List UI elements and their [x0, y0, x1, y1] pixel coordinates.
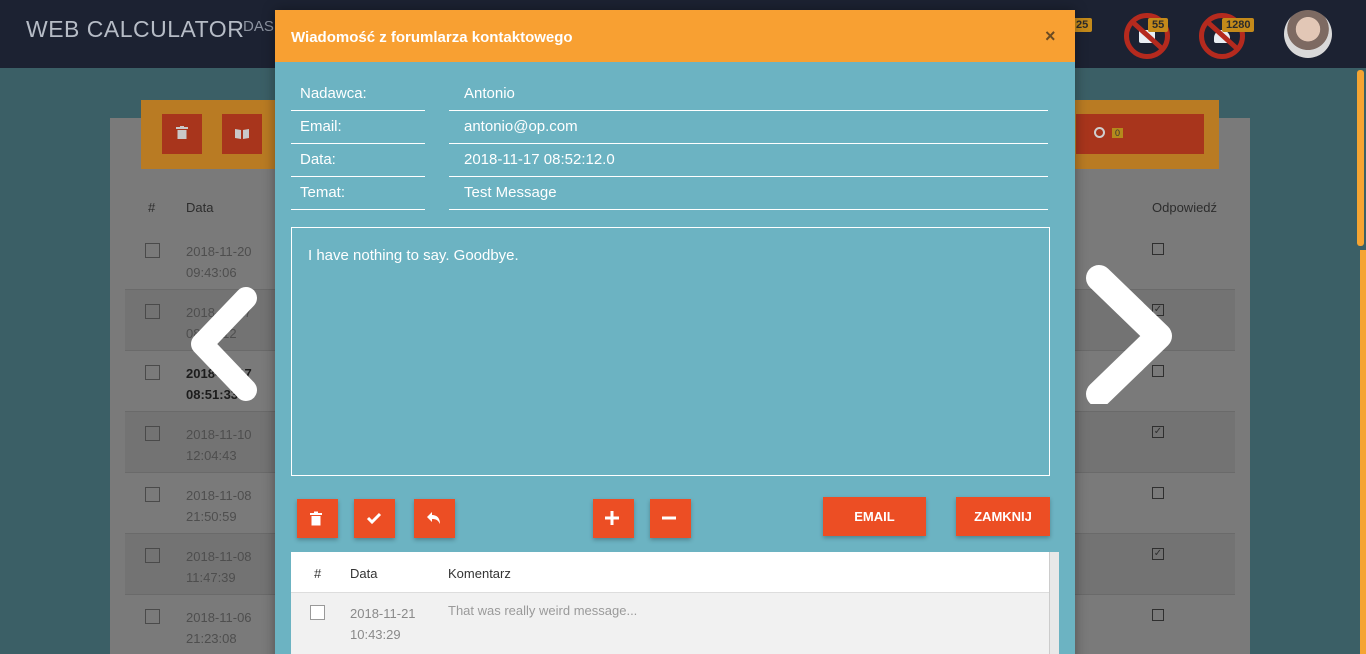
comments-scrollbar[interactable]	[1049, 552, 1059, 654]
add-comment-button[interactable]	[593, 499, 634, 538]
chevron-left-icon[interactable]	[188, 284, 268, 404]
message-modal: Wiadomość z forumlarza kontaktowego × Na…	[275, 10, 1075, 654]
row-date: 2018-11-06 21:23:08	[186, 610, 252, 646]
date-value: 2018-11-17 08:52:12.0	[449, 143, 1048, 177]
row-checkbox[interactable]	[145, 548, 160, 563]
row-date: 2018-11-08 21:50:59	[186, 488, 252, 524]
search-count-badge: 0	[1112, 128, 1124, 138]
close-button[interactable]: ZAMKNIJ	[956, 497, 1050, 536]
delete-messages-button[interactable]	[162, 114, 202, 154]
sender-label: Nadawca:	[291, 77, 425, 111]
nav-dashboard-link[interactable]: DAS	[243, 18, 274, 35]
notification-badge: 25	[1072, 18, 1093, 32]
mark-answered-button[interactable]	[354, 499, 395, 538]
trash-icon	[310, 511, 322, 526]
message-body: I have nothing to say. Goodbye.	[291, 227, 1050, 476]
sender-value: Antonio	[449, 77, 1048, 111]
reply-icon	[427, 512, 440, 524]
answered-checkbox[interactable]: ✓	[1152, 426, 1164, 438]
alerts-badge: 1280	[1222, 18, 1255, 32]
page-scrollbar-thumb[interactable]	[1357, 70, 1364, 246]
modal-title: Wiadomość z forumlarza kontaktowego	[291, 29, 573, 46]
answered-checkbox[interactable]	[1152, 487, 1164, 499]
table-row[interactable]: 2018-11-21 10:43:29 That was really weir…	[291, 593, 1049, 654]
email-label: Email:	[291, 110, 425, 144]
row-checkbox[interactable]	[145, 426, 160, 441]
comment-text: That was really weird message...	[448, 603, 638, 618]
reply-button[interactable]	[414, 499, 455, 538]
answered-checkbox[interactable]	[1152, 609, 1164, 621]
subject-value: Test Message	[449, 176, 1048, 210]
search-button[interactable]: 0	[1076, 114, 1204, 154]
answered-checkbox[interactable]: ✓	[1152, 548, 1164, 560]
row-checkbox[interactable]	[145, 609, 160, 624]
column-header-date[interactable]: Data	[186, 200, 213, 215]
user-avatar[interactable]	[1284, 10, 1332, 58]
delete-button[interactable]	[297, 499, 338, 538]
minus-icon	[662, 516, 676, 520]
mark-read-button[interactable]	[222, 114, 262, 154]
trash-icon	[176, 126, 188, 139]
row-checkbox[interactable]	[145, 487, 160, 502]
close-icon[interactable]: ×	[1045, 26, 1056, 47]
remove-comment-button[interactable]	[650, 499, 691, 538]
column-header-answer[interactable]: Odpowiedź	[1152, 200, 1217, 215]
row-checkbox[interactable]	[145, 243, 160, 258]
email-button[interactable]: EMAIL	[823, 497, 926, 536]
comments-table: # Data Komentarz 2018-11-21 10:43:29 Tha…	[291, 552, 1059, 654]
row-checkbox[interactable]	[145, 365, 160, 380]
row-date: 2018-11-10 12:04:43	[186, 427, 252, 463]
comment-date: 2018-11-21 10:43:29	[350, 606, 416, 642]
comments-header-comment: Komentarz	[448, 566, 511, 581]
subject-label: Temat:	[291, 176, 425, 210]
date-label: Data:	[291, 143, 425, 177]
plus-icon	[605, 511, 619, 525]
modal-header: Wiadomość z forumlarza kontaktowego ×	[275, 10, 1075, 62]
chevron-right-icon[interactable]	[1075, 264, 1175, 404]
page-scrollbar-track	[1360, 250, 1366, 654]
answered-checkbox[interactable]	[1152, 243, 1164, 255]
check-icon	[366, 512, 382, 525]
search-icon	[1094, 127, 1105, 138]
row-checkbox[interactable]	[145, 304, 160, 319]
column-header-hash: #	[148, 200, 156, 215]
comments-header-hash: #	[314, 566, 322, 581]
row-date: 2018-11-08 11:47:39	[186, 549, 252, 585]
row-checkbox[interactable]	[310, 605, 325, 620]
row-date: 2018-11-20 09:43:06	[186, 244, 252, 280]
book-icon	[235, 129, 249, 139]
app-title[interactable]: WEB CALCULATOR	[26, 16, 244, 43]
messages-badge: 55	[1148, 18, 1169, 32]
email-value: antonio@op.com	[449, 110, 1048, 144]
comments-header-date: Data	[350, 566, 378, 581]
